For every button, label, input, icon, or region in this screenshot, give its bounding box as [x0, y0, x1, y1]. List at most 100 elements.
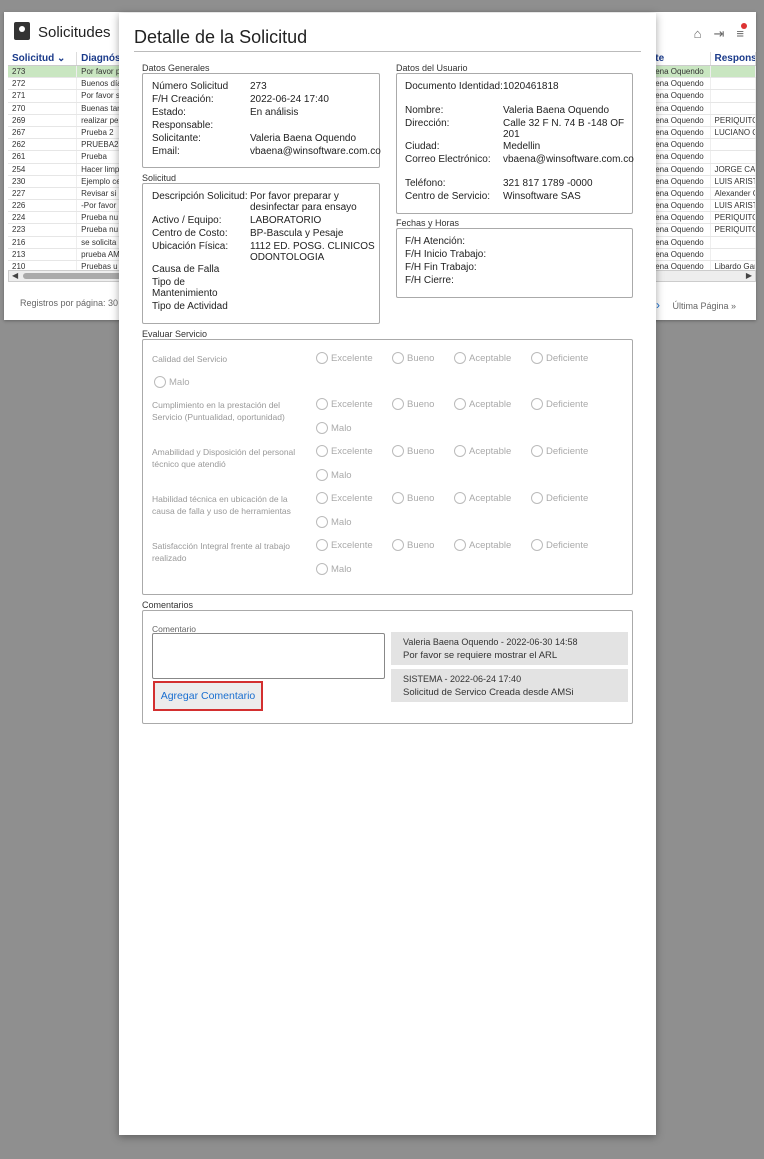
- radio-icon[interactable]: [316, 492, 328, 504]
- cell-solicitud: 216: [8, 236, 78, 248]
- rating-option[interactable]: Aceptable: [454, 492, 511, 504]
- cell-responsable: PERIQUITO: [711, 224, 756, 236]
- radio-icon[interactable]: [392, 352, 404, 364]
- radio-icon[interactable]: [316, 539, 328, 551]
- rating-option[interactable]: Malo: [316, 422, 352, 434]
- generales-field-key: Estado:: [152, 107, 186, 118]
- logout-icon[interactable]: ⇥: [714, 26, 725, 42]
- rating-option[interactable]: Deficiente: [531, 492, 588, 504]
- rating-option-label: Deficiente: [546, 539, 589, 551]
- generales-field-value: 273: [250, 81, 267, 92]
- rating-option[interactable]: Aceptable: [454, 539, 511, 551]
- rating-option[interactable]: Malo: [154, 376, 190, 388]
- next-page-icon[interactable]: ›: [656, 298, 660, 312]
- radio-icon[interactable]: [316, 469, 328, 481]
- radio-icon[interactable]: [531, 492, 543, 504]
- radio-icon[interactable]: [316, 516, 328, 528]
- radio-icon[interactable]: [531, 352, 543, 364]
- comentario-textarea[interactable]: [152, 633, 385, 679]
- rating-option[interactable]: Aceptable: [454, 445, 511, 457]
- rating-option[interactable]: Excelente: [316, 398, 373, 410]
- usuario-field-key: Nombre:: [405, 105, 444, 116]
- radio-icon[interactable]: [454, 539, 466, 551]
- radio-icon[interactable]: [531, 398, 543, 410]
- cell-responsable: [711, 102, 756, 114]
- radio-icon[interactable]: [454, 398, 466, 410]
- radio-icon[interactable]: [392, 539, 404, 551]
- filter-notification-icon[interactable]: ≡: [736, 23, 747, 42]
- rating-option[interactable]: Bueno: [392, 539, 434, 551]
- cell-solicitud: 223: [8, 224, 78, 236]
- cell-solicitante: ena Oquendo: [651, 90, 711, 102]
- rating-option[interactable]: Excelente: [316, 539, 373, 551]
- usuario-field-key: Correo Electrónico:: [405, 154, 491, 165]
- radio-icon[interactable]: [392, 398, 404, 410]
- solicitud-field-key: Tipo de Mantenimiento: [152, 277, 218, 299]
- cell-responsable: PERIQUITO: [711, 114, 756, 126]
- radio-icon[interactable]: [316, 445, 328, 457]
- cell-responsable: LUIS ARIST: [711, 175, 756, 187]
- solicitud-field-value: 1112 ED. POSG. CLINICOS ODONTOLOGIA: [250, 241, 375, 263]
- agregar-comentario-button[interactable]: Agregar Comentario: [153, 681, 263, 711]
- rating-option[interactable]: Deficiente: [531, 352, 588, 364]
- cell-responsable: [711, 151, 756, 163]
- usuario-field-key: Ciudad:: [405, 141, 440, 152]
- title-divider: [134, 51, 641, 52]
- cell-solicitante: ena Oquendo: [651, 236, 711, 248]
- radio-icon[interactable]: [454, 352, 466, 364]
- column-header-solicitante[interactable]: te: [651, 52, 711, 65]
- radio-icon[interactable]: [454, 445, 466, 457]
- last-page-link[interactable]: Última Página »: [672, 301, 736, 311]
- scroll-left-icon[interactable]: ◀: [12, 271, 18, 281]
- solicitud-field-key: Ubicación Física:: [152, 241, 229, 252]
- cell-responsable: [711, 78, 756, 90]
- rating-option-label: Aceptable: [469, 352, 512, 364]
- radio-icon[interactable]: [316, 398, 328, 410]
- modal-title: Detalle de la Solicitud: [134, 27, 308, 47]
- cell-responsable: [711, 90, 756, 102]
- rating-option[interactable]: Malo: [316, 469, 352, 481]
- rating-option-label: Bueno: [407, 492, 435, 504]
- radio-icon[interactable]: [316, 352, 328, 364]
- solicitud-field-key: Centro de Costo:: [152, 228, 228, 239]
- rating-option[interactable]: Malo: [316, 516, 352, 528]
- column-header-responsable[interactable]: Responsa: [711, 52, 756, 65]
- cell-solicitante: ena Oquendo: [651, 224, 711, 236]
- rating-option[interactable]: Aceptable: [454, 352, 511, 364]
- rating-option[interactable]: Bueno: [392, 398, 434, 410]
- radio-icon[interactable]: [531, 539, 543, 551]
- cell-solicitante: ena Oquendo: [651, 114, 711, 126]
- rating-option[interactable]: Bueno: [392, 445, 434, 457]
- home-icon[interactable]: ⌂: [694, 26, 702, 42]
- cell-solicitante: ena Oquendo: [651, 126, 711, 139]
- rating-option[interactable]: Malo: [316, 563, 352, 575]
- clipboard-icon: [14, 22, 30, 40]
- generales-field-value: 2022-06-24 17:40: [250, 94, 329, 105]
- radio-icon[interactable]: [531, 445, 543, 457]
- column-header-solicitud[interactable]: Solicitud ⌄: [8, 52, 78, 65]
- generales-field-key: Solicitante:: [152, 133, 201, 144]
- rating-option[interactable]: Deficiente: [531, 445, 588, 457]
- rating-option[interactable]: Excelente: [316, 492, 373, 504]
- datos-generales-label: Datos Generales: [142, 63, 210, 73]
- rating-option[interactable]: Excelente: [316, 352, 373, 364]
- generales-field-value: En análisis: [250, 107, 299, 118]
- cell-solicitante: ena Oquendo: [651, 200, 711, 212]
- rating-option[interactable]: Bueno: [392, 352, 434, 364]
- rating-option-label: Excelente: [331, 352, 373, 364]
- rating-option[interactable]: Deficiente: [531, 539, 588, 551]
- evaluation-question: Amabilidad y Disposición del personal té…: [152, 447, 296, 469]
- radio-icon[interactable]: [392, 492, 404, 504]
- scroll-right-icon[interactable]: ▶: [746, 271, 752, 281]
- solicitud-field-value: LABORATORIO: [250, 215, 322, 226]
- rating-option[interactable]: Aceptable: [454, 398, 511, 410]
- radio-icon[interactable]: [316, 563, 328, 575]
- rating-option[interactable]: Bueno: [392, 492, 434, 504]
- radio-icon[interactable]: [392, 445, 404, 457]
- rating-option-label: Deficiente: [546, 352, 589, 364]
- radio-icon[interactable]: [316, 422, 328, 434]
- rating-option[interactable]: Deficiente: [531, 398, 588, 410]
- rating-option[interactable]: Excelente: [316, 445, 373, 457]
- radio-icon[interactable]: [154, 376, 166, 388]
- radio-icon[interactable]: [454, 492, 466, 504]
